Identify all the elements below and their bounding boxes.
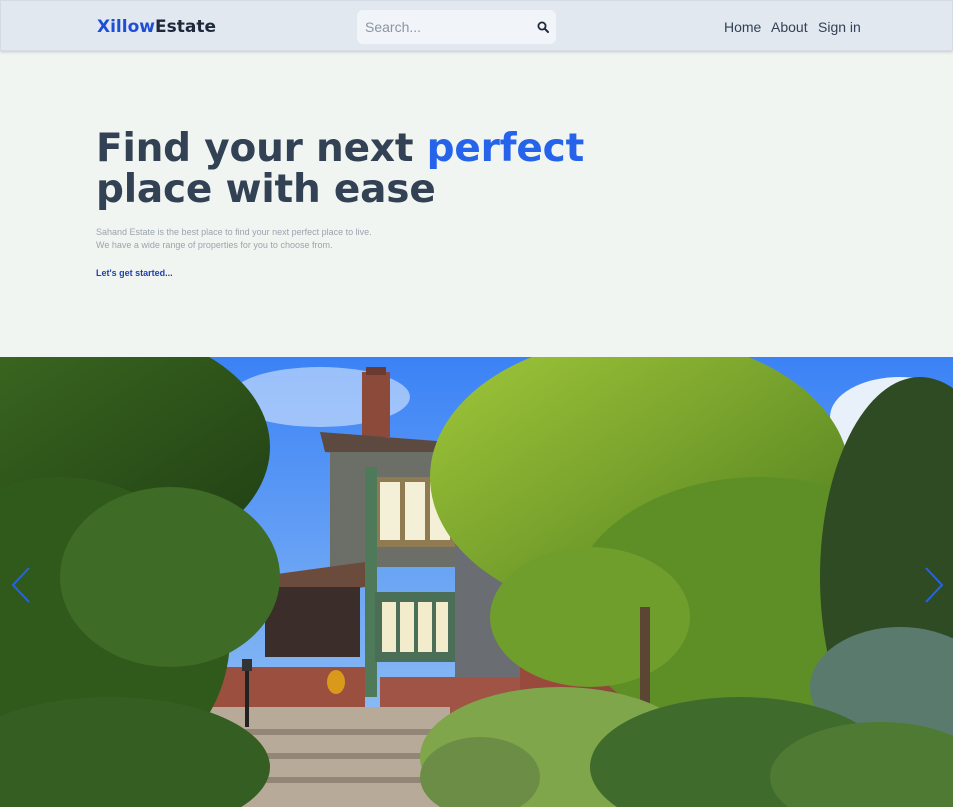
hero-title-accent: perfect: [426, 126, 585, 171]
hero-title-line-1: Find your next: [96, 126, 427, 171]
hero-desc-line-1: Sahand Estate is the best place to find …: [96, 227, 372, 237]
chevron-right-icon[interactable]: [922, 565, 946, 605]
nav-about[interactable]: About: [771, 19, 808, 35]
header: XillowEstate Home About Sign in: [0, 0, 953, 51]
search-bar: [357, 10, 556, 44]
nav-home[interactable]: Home: [724, 19, 761, 35]
logo[interactable]: XillowEstate: [97, 17, 216, 37]
chevron-left-icon[interactable]: [9, 565, 33, 605]
nav-sign-in[interactable]: Sign in: [818, 19, 861, 35]
hero-desc-line-2: We have a wide range of properties for y…: [96, 240, 333, 250]
hero-description: Sahand Estate is the best place to find …: [96, 226, 416, 252]
logo-part-2: Estate: [154, 17, 216, 37]
hero-title: Find your next perfect place with ease: [96, 128, 616, 210]
search-icon[interactable]: [537, 21, 549, 33]
get-started-link[interactable]: Let's get started...: [96, 268, 173, 278]
search-input[interactable]: [357, 10, 527, 44]
hero-title-line-2: place with ease: [96, 167, 436, 212]
image-slider: [0, 357, 953, 807]
logo-part-1: Xillow: [97, 17, 155, 37]
house-photo: [0, 357, 953, 807]
